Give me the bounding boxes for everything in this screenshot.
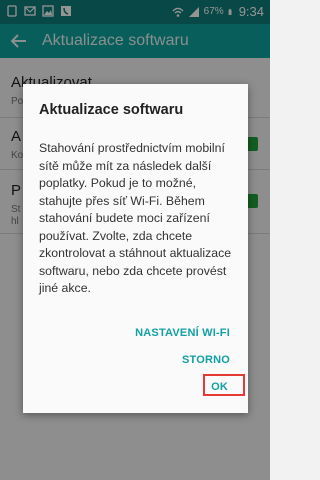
dialog-title: Aktualizace softwaru bbox=[39, 102, 184, 118]
dialog-message: Stahování prostřednictvím mobilní sítě m… bbox=[39, 141, 232, 295]
software-update-dialog: Aktualizace softwaru Stahování prostředn… bbox=[23, 84, 248, 413]
cancel-button[interactable]: STORNO bbox=[182, 354, 230, 366]
wifi-settings-button[interactable]: NASTAVENÍ WI-FI bbox=[135, 327, 230, 339]
ok-button[interactable]: OK bbox=[211, 381, 228, 393]
